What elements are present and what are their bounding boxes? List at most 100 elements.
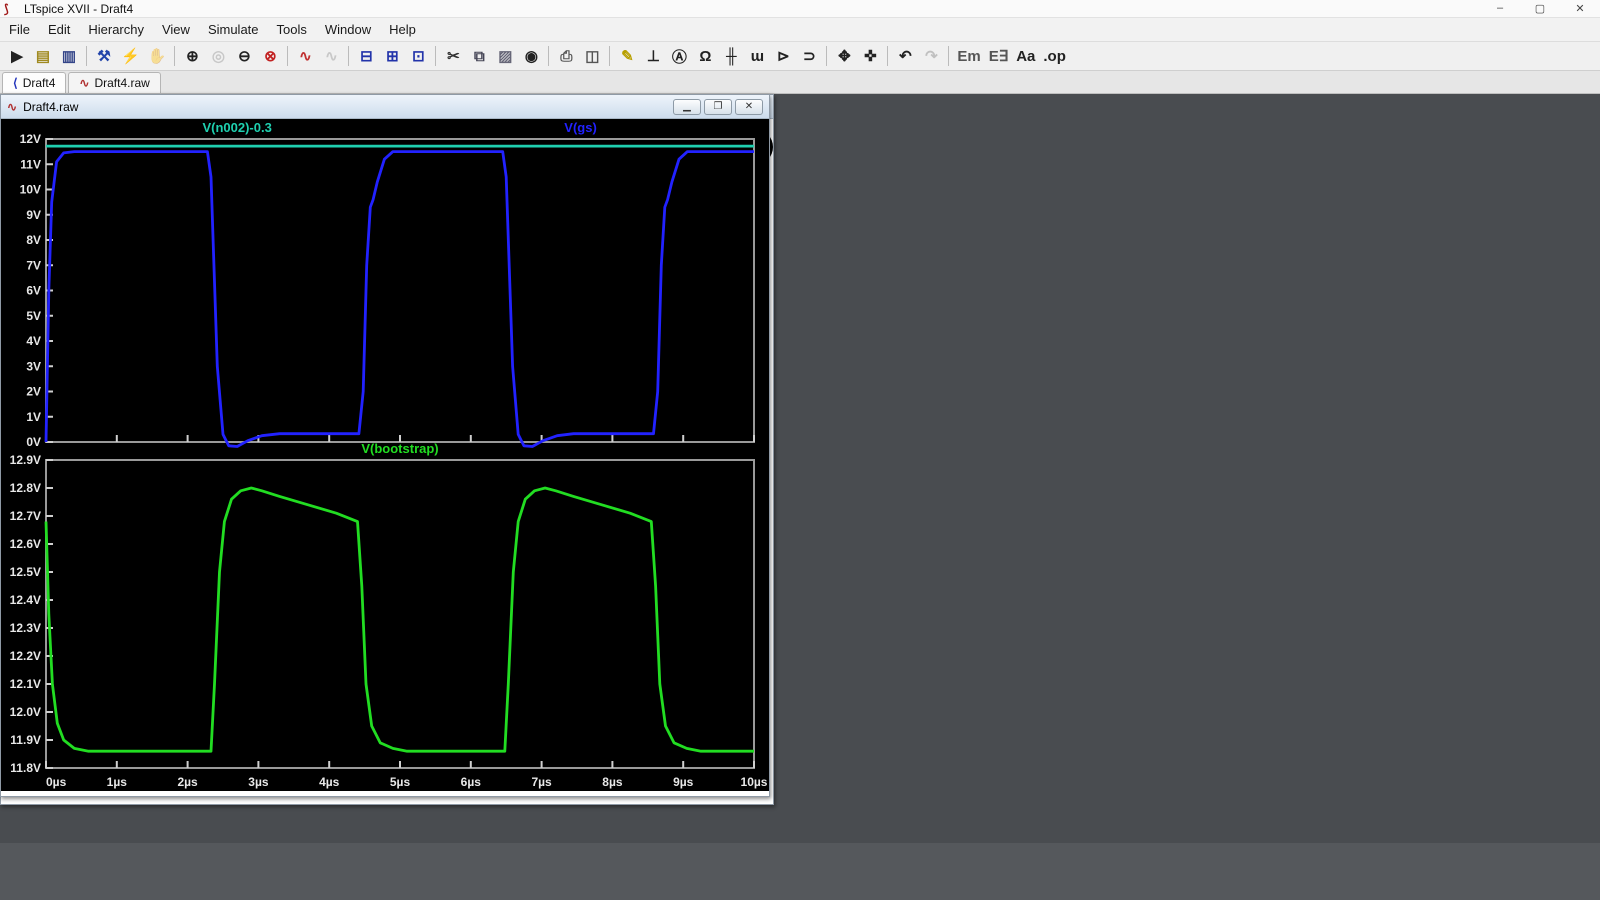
print-icon[interactable]: ⎙ bbox=[554, 44, 578, 68]
zoom-back-icon[interactable]: ◎ bbox=[206, 44, 230, 68]
component-icon[interactable]: ⊃ bbox=[797, 44, 821, 68]
x-tick-label: 8µs bbox=[602, 775, 623, 789]
menu-window[interactable]: Window bbox=[316, 19, 380, 40]
maximize-button[interactable]: ▢ bbox=[1520, 2, 1560, 15]
cascade-windows-icon[interactable]: ⊡ bbox=[406, 44, 430, 68]
y-tick-label: 12.1V bbox=[10, 677, 41, 691]
y-tick-label: 7V bbox=[26, 258, 41, 272]
waveform-minimize-button[interactable]: ▁ bbox=[673, 99, 701, 115]
mirror-icon[interactable]: E∃ bbox=[986, 44, 1011, 68]
x-tick-label: 1µs bbox=[107, 775, 128, 789]
y-tick-label: 12.7V bbox=[10, 509, 41, 523]
y-tick-label: 2V bbox=[26, 385, 41, 399]
minimize-button[interactable]: – bbox=[1480, 2, 1520, 15]
ground-icon[interactable]: ⊥ bbox=[641, 44, 665, 68]
x-tick-label: 10µs bbox=[741, 775, 768, 789]
redo-icon[interactable]: ↷ bbox=[919, 44, 943, 68]
trace-label-v-gs-[interactable]: V(gs) bbox=[564, 120, 597, 135]
menu-bar: FileEditHierarchyViewSimulateToolsWindow… bbox=[0, 18, 1600, 42]
menu-file[interactable]: File bbox=[0, 19, 39, 40]
menu-view[interactable]: View bbox=[153, 19, 199, 40]
menu-simulate[interactable]: Simulate bbox=[199, 19, 268, 40]
y-tick-label: 12V bbox=[20, 132, 41, 146]
trace-label-v-bootstrap-[interactable]: V(bootstrap) bbox=[361, 441, 438, 456]
waveform-window: ∿ Draft4.raw ▁ ❐ ✕ 0V1V2V3V4V5V6V7V8V9V1… bbox=[0, 94, 770, 797]
x-tick-label: 4µs bbox=[319, 775, 340, 789]
y-tick-label: 12.3V bbox=[10, 621, 41, 635]
toolbar: ▶▤▥ ⚒⚡✋ ⊕◎⊖⊗ ∿∿ ⊟⊞⊡ ✂⧉▨◉ ⎙◫ ✎⊥ⒶΩ╫ɯ⊳⊃ ✥✜ ↶↷ EmE∃Aa.… bbox=[0, 42, 1600, 71]
inductor-icon[interactable]: ɯ bbox=[745, 44, 769, 68]
menu-edit[interactable]: Edit bbox=[39, 19, 79, 40]
y-tick-label: 4V bbox=[26, 334, 41, 348]
waveform-title-bar[interactable]: ∿ Draft4.raw ▁ ❐ ✕ bbox=[1, 95, 769, 119]
tab-label: Draft4 bbox=[23, 76, 56, 90]
tab-draft4[interactable]: ⟨Draft4 bbox=[2, 72, 66, 93]
main-window-title: LTspice XVII - Draft4 bbox=[24, 2, 133, 16]
run-icon[interactable]: ⚡ bbox=[118, 44, 143, 68]
rotate-icon[interactable]: Em bbox=[954, 44, 983, 68]
y-tick-label: 11.9V bbox=[10, 733, 41, 747]
y-tick-label: 12.6V bbox=[10, 537, 41, 551]
zoom-out-icon[interactable]: ⊖ bbox=[232, 44, 256, 68]
y-tick-label: 11.8V bbox=[10, 761, 41, 775]
waveform-doc-icon: ∿ bbox=[7, 100, 17, 114]
zoom-extents-icon[interactable]: ⊗ bbox=[258, 44, 282, 68]
y-tick-label: 5V bbox=[26, 309, 41, 323]
y-tick-label: 12.2V bbox=[10, 649, 41, 663]
close-button[interactable]: ✕ bbox=[1560, 2, 1600, 15]
drag-icon[interactable]: ✜ bbox=[858, 44, 882, 68]
spice-directive-icon[interactable]: .op bbox=[1040, 44, 1069, 68]
x-tick-label: 0µs bbox=[46, 775, 67, 789]
find-icon[interactable]: ◉ bbox=[519, 44, 543, 68]
undo-icon[interactable]: ↶ bbox=[893, 44, 917, 68]
menu-tools[interactable]: Tools bbox=[268, 19, 316, 40]
menu-hierarchy[interactable]: Hierarchy bbox=[79, 19, 153, 40]
waveform-icon: ∿ bbox=[79, 76, 89, 90]
waveform-restore-button[interactable]: ❐ bbox=[704, 99, 732, 115]
diode-icon[interactable]: ⊳ bbox=[771, 44, 795, 68]
capacitor-icon[interactable]: ╫ bbox=[719, 44, 743, 68]
move-icon[interactable]: ✥ bbox=[832, 44, 856, 68]
save-icon[interactable]: ▥ bbox=[57, 44, 81, 68]
tab-draft4-raw[interactable]: ∿ Draft4.raw bbox=[68, 72, 160, 93]
label-net-icon[interactable]: Ⓐ bbox=[667, 44, 691, 68]
control-panel-icon[interactable]: ⚒ bbox=[92, 44, 116, 68]
tab-bar: ⟨Draft4 ∿ Draft4.raw bbox=[0, 71, 1600, 94]
y-tick-label: 8V bbox=[26, 233, 41, 247]
main-title-bar: ⟆ LTspice XVII - Draft4 – ▢ ✕ bbox=[0, 0, 1600, 18]
text-icon[interactable]: Aa bbox=[1013, 44, 1038, 68]
waveform-plot-area[interactable]: 0V1V2V3V4V5V6V7V8V9V10V11V12VV(n002)-0.3… bbox=[1, 119, 769, 796]
y-tick-label: 9V bbox=[26, 208, 41, 222]
menu-help[interactable]: Help bbox=[380, 19, 425, 40]
x-tick-label: 2µs bbox=[177, 775, 198, 789]
tab-label: Draft4.raw bbox=[94, 76, 149, 90]
wire-icon[interactable]: ✎ bbox=[615, 44, 639, 68]
y-tick-label: 10V bbox=[20, 183, 41, 197]
plot-settings-icon[interactable]: ∿ bbox=[319, 44, 343, 68]
halt-icon[interactable]: ✋ bbox=[145, 44, 170, 68]
autorange-plot-icon[interactable]: ∿ bbox=[293, 44, 317, 68]
paste-icon[interactable]: ▨ bbox=[493, 44, 517, 68]
print-preview-icon[interactable]: ◫ bbox=[580, 44, 604, 68]
waveform-close-button[interactable]: ✕ bbox=[735, 99, 763, 115]
x-tick-label: 5µs bbox=[390, 775, 411, 789]
x-tick-label: 3µs bbox=[248, 775, 269, 789]
new-schematic-icon[interactable]: ▶ bbox=[5, 44, 29, 68]
y-tick-label: 3V bbox=[26, 359, 41, 373]
zoom-in-icon[interactable]: ⊕ bbox=[180, 44, 204, 68]
x-tick-label: 9µs bbox=[673, 775, 694, 789]
y-tick-label: 12.9V bbox=[10, 453, 41, 467]
copy-icon[interactable]: ⧉ bbox=[467, 44, 491, 68]
open-file-icon[interactable]: ▤ bbox=[31, 44, 55, 68]
y-tick-label: 0V bbox=[26, 435, 41, 449]
y-tick-label: 12.0V bbox=[10, 705, 41, 719]
trace-label-v-n002-0-3[interactable]: V(n002)-0.3 bbox=[202, 120, 271, 135]
tile-horizontal-icon[interactable]: ⊟ bbox=[354, 44, 378, 68]
y-tick-label: 11V bbox=[20, 157, 41, 171]
cut-icon[interactable]: ✂ bbox=[441, 44, 465, 68]
x-tick-label: 7µs bbox=[531, 775, 552, 789]
tile-vertical-icon[interactable]: ⊞ bbox=[380, 44, 404, 68]
y-tick-label: 1V bbox=[26, 410, 41, 424]
resistor-icon[interactable]: Ω bbox=[693, 44, 717, 68]
x-tick-label: 6µs bbox=[461, 775, 482, 789]
